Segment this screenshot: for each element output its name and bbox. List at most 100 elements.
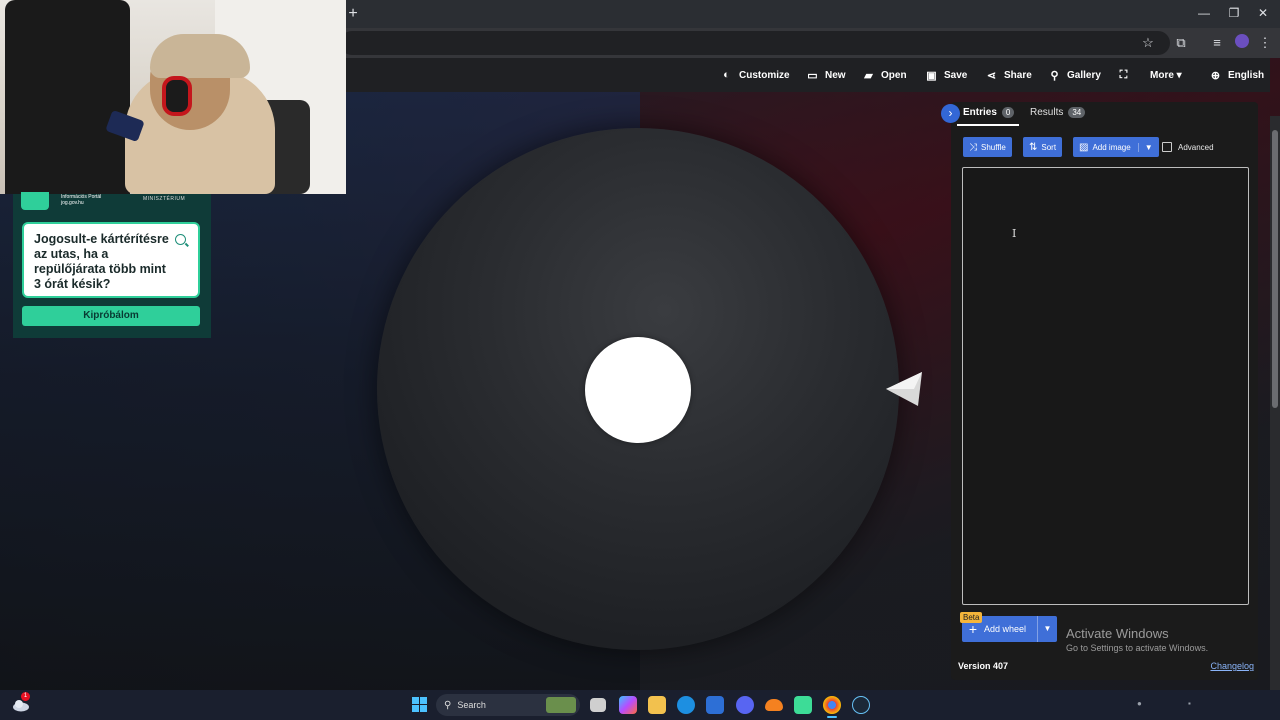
minimize-button[interactable]: — bbox=[1195, 6, 1213, 20]
results-count-badge: 34 bbox=[1068, 107, 1086, 118]
wheel-center-button[interactable] bbox=[585, 337, 691, 443]
shuffle-button[interactable]: ⤨ Shuffle bbox=[963, 137, 1012, 157]
close-window-button[interactable]: ✕ bbox=[1254, 6, 1272, 20]
android-app-icon[interactable] bbox=[794, 696, 812, 714]
edge-icon[interactable] bbox=[677, 696, 695, 714]
store-icon[interactable] bbox=[706, 696, 724, 714]
panel-tabs: › Entries 0 Results 34 bbox=[941, 102, 1258, 126]
bookmark-star-icon[interactable]: ☆ bbox=[1139, 34, 1157, 52]
maximize-button[interactable]: ❐ bbox=[1225, 6, 1243, 20]
search-icon bbox=[175, 234, 186, 245]
tab-entries-label: Entries bbox=[963, 107, 997, 118]
language-button[interactable]: ⊕ English bbox=[1209, 67, 1264, 83]
open-label: Open bbox=[881, 69, 907, 81]
network-icon[interactable]: ▪ bbox=[1188, 699, 1191, 708]
share-icon: ⋖ bbox=[986, 69, 997, 82]
customize-button[interactable]: ◐ Customize bbox=[720, 67, 790, 83]
search-icon: ⚲ bbox=[444, 699, 452, 711]
search-icon: ⚲ bbox=[1050, 69, 1059, 82]
windows-activation-watermark: Activate Windows Go to Settings to activ… bbox=[1066, 626, 1208, 653]
advanced-option[interactable]: Advanced bbox=[1162, 142, 1214, 152]
entries-panel: › Entries 0 Results 34 ⤨ Shuffle ⇅ Sort bbox=[941, 102, 1258, 680]
shuffle-icon: ⤨ bbox=[969, 141, 977, 153]
image-icon: ▨ bbox=[1079, 141, 1089, 153]
headset-icon bbox=[162, 76, 192, 116]
customize-label: Customize bbox=[739, 69, 790, 81]
add-wheel-label: Add wheel bbox=[984, 624, 1027, 634]
entries-count-badge: 0 bbox=[1001, 107, 1015, 118]
search-highlight-image bbox=[546, 697, 576, 713]
collapse-panel-icon[interactable]: › bbox=[941, 104, 960, 123]
steam-icon[interactable] bbox=[852, 696, 870, 714]
ad-question-card[interactable]: Jogosult-e kártérítésre az utas, ha a re… bbox=[22, 222, 200, 298]
wheel-pointer-icon bbox=[886, 372, 922, 406]
copilot-icon[interactable] bbox=[619, 696, 637, 714]
taskbar-search[interactable]: ⚲ Search bbox=[436, 694, 580, 716]
advanced-checkbox[interactable] bbox=[1162, 142, 1172, 152]
tab-results-label: Results bbox=[1030, 107, 1064, 118]
ad-banner[interactable]: Információs Portál jog.gov.hu MINISZTÉRI… bbox=[13, 192, 211, 338]
new-label: New bbox=[825, 69, 846, 81]
more-label: More ▾ bbox=[1150, 69, 1182, 81]
add-image-label: Add image bbox=[1092, 142, 1131, 152]
browser-menu-icon[interactable]: ⋮ bbox=[1256, 34, 1274, 52]
gallery-button[interactable]: ⚲ Gallery bbox=[1048, 67, 1101, 83]
cloudflare-icon[interactable] bbox=[765, 699, 783, 711]
active-tab-indicator bbox=[957, 124, 1019, 126]
discord-icon[interactable] bbox=[736, 696, 754, 714]
taskbar-search-label: Search bbox=[457, 700, 486, 710]
new-file-icon: ▭ bbox=[807, 69, 818, 82]
gallery-label: Gallery bbox=[1067, 69, 1101, 81]
tab-entries[interactable]: Entries 0 bbox=[963, 107, 1015, 118]
ad-ministry-label: MINISZTÉRIUM bbox=[143, 196, 186, 202]
sort-icon: ⇅ bbox=[1029, 141, 1038, 153]
activation-title: Activate Windows bbox=[1066, 626, 1169, 641]
ad-logo-icon bbox=[21, 192, 49, 210]
microphone-icon[interactable]: ● bbox=[1137, 699, 1142, 708]
ad-portal-line2: jog.gov.hu bbox=[61, 200, 84, 206]
ad-portal-text: Információs Portál jog.gov.hu bbox=[61, 194, 101, 206]
version-label: Version 407 bbox=[958, 661, 1009, 671]
file-explorer-icon[interactable] bbox=[648, 696, 666, 714]
save-button[interactable]: ▣ Save bbox=[925, 67, 967, 83]
profile-avatar[interactable] bbox=[1235, 34, 1249, 48]
windows-taskbar: 1 ⚲ Search ● ▪ bbox=[0, 690, 1280, 720]
share-button[interactable]: ⋖ Share bbox=[985, 67, 1032, 83]
scrollbar-thumb[interactable] bbox=[1272, 130, 1278, 408]
fullscreen-icon: ⛶ bbox=[1119, 68, 1128, 81]
screen: + — ❐ ✕ ☆ ⧉ ≡ ⋮ ◐ Customize ▭ New ▰ Open bbox=[0, 0, 1280, 720]
tab-results[interactable]: Results 34 bbox=[1030, 107, 1086, 118]
save-icon: ▣ bbox=[926, 69, 937, 82]
ad-try-button[interactable]: Kipróbálom bbox=[22, 306, 200, 326]
task-view-icon[interactable] bbox=[590, 698, 606, 712]
new-tab-button[interactable]: + bbox=[346, 5, 360, 23]
media-queue-icon[interactable]: ≡ bbox=[1208, 34, 1226, 52]
webcam-standing-person bbox=[5, 0, 130, 194]
save-label: Save bbox=[944, 69, 968, 81]
entries-textarea[interactable]: I bbox=[962, 167, 1249, 605]
new-button[interactable]: ▭ New bbox=[806, 67, 846, 83]
beta-badge: Beta bbox=[960, 612, 983, 623]
changelog-link[interactable]: Changelog bbox=[1210, 661, 1254, 671]
folder-icon: ▰ bbox=[864, 69, 873, 82]
chrome-icon[interactable] bbox=[823, 696, 841, 718]
ad-question: Jogosult-e kártérítésre az utas, ha a re… bbox=[34, 232, 169, 291]
shuffle-label: Shuffle bbox=[981, 142, 1006, 152]
notification-badge: 1 bbox=[21, 692, 30, 701]
add-image-button[interactable]: ▨ Add image ▼ bbox=[1073, 137, 1159, 157]
more-menu-button[interactable]: More ▾ bbox=[1150, 67, 1182, 83]
sort-button[interactable]: ⇅ Sort bbox=[1023, 137, 1063, 157]
open-button[interactable]: ▰ Open bbox=[862, 67, 907, 83]
add-wheel-dropdown-icon[interactable]: ▼ bbox=[1037, 616, 1057, 642]
address-bar[interactable] bbox=[340, 31, 1170, 55]
text-cursor-icon: I bbox=[1012, 227, 1017, 240]
page-scrollbar[interactable] bbox=[1270, 116, 1280, 720]
webcam-cap bbox=[150, 34, 250, 78]
windows-start-icon[interactable] bbox=[412, 697, 427, 712]
language-label: English bbox=[1228, 69, 1265, 81]
chevron-down-icon: ▼ bbox=[1137, 142, 1153, 152]
extensions-icon[interactable]: ⧉ bbox=[1172, 34, 1190, 52]
fullscreen-button[interactable]: ⛶ bbox=[1117, 67, 1130, 83]
activation-subtitle: Go to Settings to activate Windows. bbox=[1066, 643, 1209, 653]
plus-icon: + bbox=[968, 621, 978, 637]
